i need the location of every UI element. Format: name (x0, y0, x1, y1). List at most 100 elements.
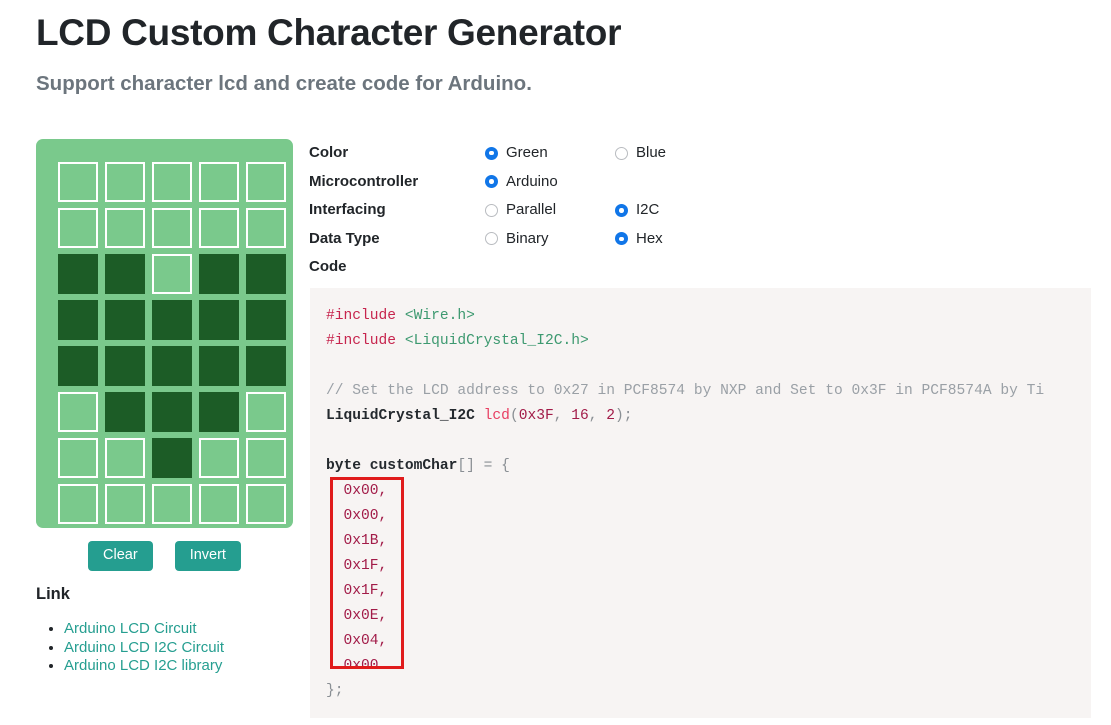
lcd-pixel-3-0[interactable] (58, 300, 98, 340)
radio-label: Blue (636, 142, 666, 164)
lcd-pixel-6-2[interactable] (152, 438, 192, 478)
option-choice-binary[interactable]: Binary (485, 228, 549, 250)
lcd-pixel-0-4[interactable] (246, 162, 286, 202)
link-1[interactable]: Arduino LCD I2C Circuit (64, 639, 224, 656)
radio-blue[interactable] (615, 147, 628, 160)
radio-green[interactable] (485, 147, 498, 160)
lcd-preview-panel (36, 139, 293, 528)
link-list: Arduino LCD Circuit Arduino LCD I2C Circu… (36, 620, 224, 676)
lcd-pixel-5-4[interactable] (246, 392, 286, 432)
option-choice-hex[interactable]: Hex (615, 228, 663, 250)
lcd-pixel-0-2[interactable] (152, 162, 192, 202)
lcd-comma-2: , (589, 408, 607, 424)
lcd-pixel-1-4[interactable] (246, 208, 286, 248)
option-choice-green[interactable]: Green (485, 142, 548, 164)
link-2[interactable]: Arduino LCD I2C library (64, 657, 222, 674)
page-subtitle: Support character lcd and create code fo… (36, 70, 532, 98)
lcd-pixel-5-3[interactable] (199, 392, 239, 432)
lcd-pixel-7-1[interactable] (105, 484, 145, 524)
include-lcd-header: <LiquidCrystal_I2C.h> (405, 333, 589, 349)
hex-value-2: 0x1B, (344, 533, 388, 549)
lcd-pixel-2-0[interactable] (58, 254, 98, 294)
lcd-pixel-4-0[interactable] (58, 346, 98, 386)
lcd-pixel-7-4[interactable] (246, 484, 286, 524)
lcd-pixel-7-2[interactable] (152, 484, 192, 524)
lcd-pixel-5-2[interactable] (152, 392, 192, 432)
lcd-pixel-0-1[interactable] (105, 162, 145, 202)
lcd-pixel-4-1[interactable] (105, 346, 145, 386)
radio-label: Green (506, 142, 548, 164)
lcd-pixel-1-3[interactable] (199, 208, 239, 248)
array-brackets: [] (457, 458, 475, 474)
hex-value-6: 0x04, (344, 633, 388, 649)
lcd-pixel-3-2[interactable] (152, 300, 192, 340)
option-label: Data Type (309, 228, 380, 250)
option-label: Color (309, 142, 348, 164)
radio-label: Hex (636, 228, 663, 250)
lcd-pixel-2-4[interactable] (246, 254, 286, 294)
radio-label: Parallel (506, 199, 556, 221)
radio-label: I2C (636, 199, 659, 221)
lcd-pixel-6-3[interactable] (199, 438, 239, 478)
invert-button[interactable]: Invert (175, 541, 241, 571)
lcd-pixel-3-4[interactable] (246, 300, 286, 340)
clear-button[interactable]: Clear (88, 541, 153, 571)
lcd-declaration-type: LiquidCrystal_I2C (326, 408, 475, 424)
lcd-open-paren: ( (510, 408, 519, 424)
link-section-heading: Link (36, 585, 70, 604)
include-keyword-1: #include (326, 308, 396, 324)
lcd-close-paren: ); (615, 408, 633, 424)
link-0[interactable]: Arduino LCD Circuit (64, 620, 197, 637)
lcd-object-name: lcd (484, 408, 510, 424)
radio-parallel[interactable] (485, 204, 498, 217)
lcd-pixel-2-3[interactable] (199, 254, 239, 294)
hex-value-1: 0x00, (344, 508, 388, 524)
list-item: Arduino LCD Circuit (64, 620, 224, 639)
option-choice-i2c[interactable]: I2C (615, 199, 659, 221)
radio-arduino[interactable] (485, 175, 498, 188)
option-label: Code (309, 256, 347, 278)
hex-value-3: 0x1F, (344, 558, 388, 574)
radio-label: Arduino (506, 171, 558, 193)
hex-value-0: 0x00, (344, 483, 388, 499)
radio-i2c[interactable] (615, 204, 628, 217)
lcd-pixel-6-1[interactable] (105, 438, 145, 478)
lcd-pixel-7-3[interactable] (199, 484, 239, 524)
lcd-pixel-1-0[interactable] (58, 208, 98, 248)
lcd-pixel-3-3[interactable] (199, 300, 239, 340)
generated-code-block: #include <Wire.h> #include <LiquidCrysta… (310, 288, 1091, 718)
lcd-pixel-3-1[interactable] (105, 300, 145, 340)
radio-binary[interactable] (485, 232, 498, 245)
lcd-pixel-grid[interactable] (58, 162, 286, 524)
lcd-pixel-0-3[interactable] (199, 162, 239, 202)
lcd-pixel-1-1[interactable] (105, 208, 145, 248)
lcd-pixel-4-4[interactable] (246, 346, 286, 386)
list-item: Arduino LCD I2C library (64, 657, 224, 676)
code-comment: // Set the LCD address to 0x27 in PCF857… (326, 383, 1044, 399)
option-choice-parallel[interactable]: Parallel (485, 199, 556, 221)
option-choice-arduino[interactable]: Arduino (485, 171, 558, 193)
lcd-pixel-0-0[interactable] (58, 162, 98, 202)
lcd-pixel-2-1[interactable] (105, 254, 145, 294)
lcd-comma-1: , (554, 408, 572, 424)
hex-value-5: 0x0E, (344, 608, 388, 624)
lcd-pixel-5-0[interactable] (58, 392, 98, 432)
lcd-pixel-4-2[interactable] (152, 346, 192, 386)
radio-hex[interactable] (615, 232, 628, 245)
lcd-rows-arg: 2 (606, 408, 615, 424)
lcd-address-arg: 0x3F (519, 408, 554, 424)
code-text: #include <Wire.h> #include <LiquidCrysta… (326, 304, 1091, 704)
option-choice-blue[interactable]: Blue (615, 142, 666, 164)
lcd-pixel-6-4[interactable] (246, 438, 286, 478)
option-label: Microcontroller (309, 171, 418, 193)
lcd-pixel-7-0[interactable] (58, 484, 98, 524)
lcd-pixel-5-1[interactable] (105, 392, 145, 432)
hex-value-7: 0x00 (344, 658, 379, 674)
array-keyword: byte (326, 458, 361, 474)
lcd-pixel-6-0[interactable] (58, 438, 98, 478)
array-assign: = { (475, 458, 510, 474)
lcd-pixel-4-3[interactable] (199, 346, 239, 386)
lcd-pixel-1-2[interactable] (152, 208, 192, 248)
lcd-pixel-2-2[interactable] (152, 254, 192, 294)
array-close: }; (326, 683, 344, 699)
